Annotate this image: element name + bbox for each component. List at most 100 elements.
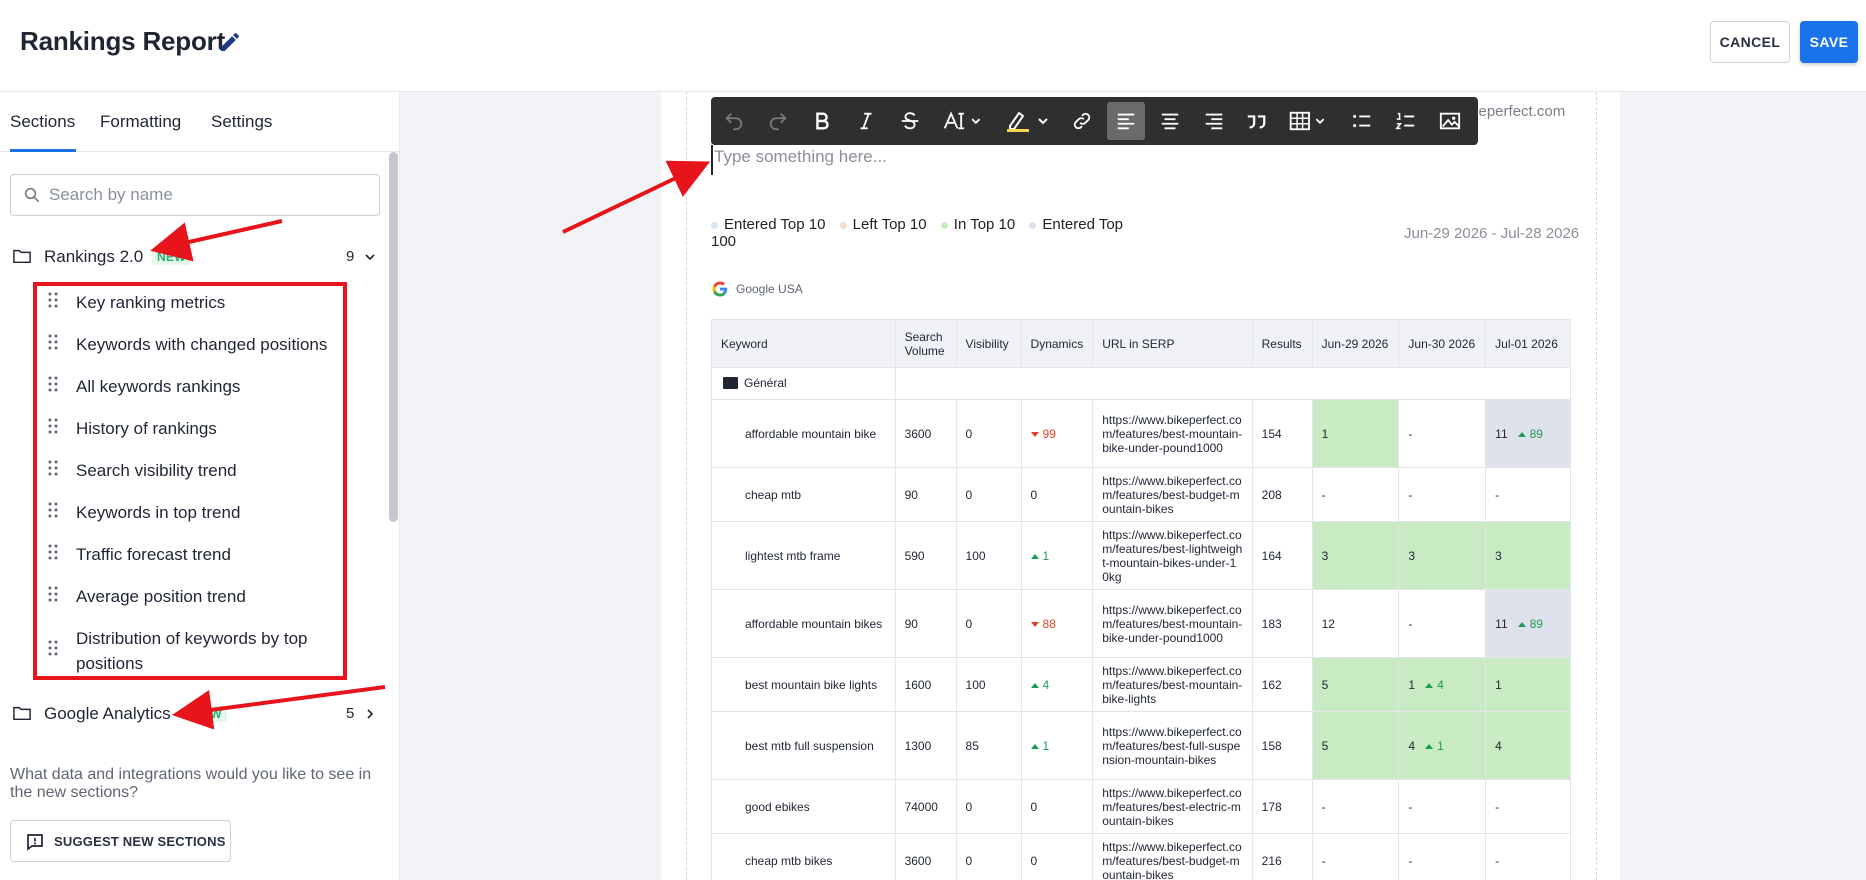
image-button[interactable] bbox=[1435, 105, 1465, 137]
legend-label: In Top 10 bbox=[953, 216, 1016, 233]
highlight-button[interactable] bbox=[1003, 105, 1053, 137]
col-header[interactable]: Visibility bbox=[955, 319, 1022, 368]
image-icon bbox=[1439, 112, 1461, 130]
table-row: good ebikes 74000 0 0 https://www.bikeperfec… bbox=[711, 779, 1571, 834]
col-header[interactable]: Dynamics bbox=[1020, 319, 1094, 368]
url-cell[interactable]: https://www.bikeperfect.com/features/bes… bbox=[1092, 657, 1253, 712]
position-cell: - bbox=[1485, 779, 1571, 834]
volume-cell: 3600 bbox=[894, 399, 957, 468]
group-count: 9 bbox=[346, 248, 355, 265]
sidebar-scrollbar[interactable] bbox=[389, 152, 398, 522]
suggest-sections-button[interactable]: SUGGEST NEW SECTIONS bbox=[10, 820, 231, 862]
table-button[interactable] bbox=[1285, 105, 1333, 137]
position-value: 5 bbox=[1321, 677, 1329, 692]
bold-button[interactable] bbox=[807, 105, 837, 137]
table-row: affordable mountain bikes 90 0 88 https://ww… bbox=[711, 589, 1571, 658]
bullet-list-button[interactable] bbox=[1347, 105, 1377, 137]
position-cell: 3 bbox=[1398, 521, 1487, 590]
arrow-down-icon bbox=[1030, 621, 1039, 627]
feedback-icon bbox=[27, 834, 43, 851]
col-header[interactable]: Jun-30 2026 bbox=[1398, 319, 1487, 368]
cancel-button[interactable]: CANCEL bbox=[1710, 21, 1790, 63]
font-size-button[interactable] bbox=[939, 105, 987, 137]
volume-cell: 90 bbox=[894, 589, 957, 658]
link-button[interactable] bbox=[1067, 105, 1097, 137]
keyword-cell: cheap mtb bikes bbox=[711, 833, 896, 880]
bullet-list-icon bbox=[1353, 114, 1371, 128]
tab-settings[interactable]: Settings bbox=[211, 112, 272, 132]
visibility-cell: 0 bbox=[955, 467, 1022, 522]
url-cell[interactable]: https://www.bikeperfect.com/features/bes… bbox=[1092, 399, 1253, 468]
col-header[interactable]: Jul-01 2026 bbox=[1485, 319, 1571, 368]
numbered-list-button[interactable] bbox=[1391, 105, 1421, 137]
search-box[interactable] bbox=[10, 174, 380, 216]
chevron-down-icon[interactable] bbox=[364, 251, 376, 263]
results-cell: 183 bbox=[1251, 589, 1313, 658]
position-value: 3 bbox=[1495, 548, 1502, 563]
search-engine-label: Google USA bbox=[736, 282, 803, 296]
position-value: - bbox=[1408, 487, 1413, 502]
dynamics-cell: 1 bbox=[1020, 711, 1094, 780]
volume-cell: 1300 bbox=[894, 711, 957, 780]
volume-cell: 590 bbox=[894, 521, 957, 590]
url-cell[interactable]: https://www.bikeperfect.com/features/bes… bbox=[1092, 521, 1253, 590]
volume-cell: 3600 bbox=[894, 833, 957, 880]
visibility-cell: 100 bbox=[955, 521, 1022, 590]
col-header[interactable]: Jun-29 2026 bbox=[1311, 319, 1400, 368]
table-header-row: Keyword Search Volume Visibility Dynamic… bbox=[711, 319, 1571, 368]
group-google-analytics[interactable]: Google Analytics NEW 5 bbox=[0, 699, 390, 729]
url-cell[interactable]: https://www.bikeperfect.com/features/bes… bbox=[1092, 467, 1253, 522]
dynamics-cell: 0 bbox=[1020, 779, 1094, 834]
url-cell[interactable]: https://www.bikeperfect.com/features/bes… bbox=[1092, 833, 1253, 880]
group-rankings-2[interactable]: Rankings 2.0 NEW 9 bbox=[0, 242, 390, 272]
table-group-row: Général bbox=[711, 367, 1572, 400]
tab-formatting[interactable]: Formatting bbox=[100, 112, 181, 132]
top-bar: Rankings Report CANCEL SAVE bbox=[0, 0, 1866, 92]
text-block-editor[interactable]: Type something here... bbox=[711, 145, 1311, 175]
col-header[interactable]: Keyword bbox=[711, 319, 896, 368]
pencil-icon[interactable] bbox=[218, 30, 242, 54]
legend-item: Entered Top 10 bbox=[711, 216, 825, 233]
align-left-button[interactable] bbox=[1107, 102, 1145, 140]
align-right-button[interactable] bbox=[1199, 105, 1229, 137]
results-cell: 208 bbox=[1251, 467, 1313, 522]
annotation-highlight-box bbox=[33, 282, 347, 680]
align-center-button[interactable] bbox=[1155, 105, 1185, 137]
undo-button[interactable] bbox=[719, 105, 749, 137]
visibility-cell: 0 bbox=[955, 399, 1022, 468]
quote-button[interactable] bbox=[1241, 105, 1271, 137]
redo-icon bbox=[769, 113, 787, 131]
keyword-cell: affordable mountain bikes bbox=[711, 589, 896, 658]
col-header[interactable]: Search Volume bbox=[894, 319, 957, 368]
rankings-table: Keyword Search Volume Visibility Dynamic… bbox=[711, 319, 1572, 880]
url-cell[interactable]: https://www.bikeperfect.com/features/bes… bbox=[1092, 589, 1253, 658]
link-icon bbox=[1073, 112, 1091, 130]
chevron-right-icon[interactable] bbox=[364, 708, 376, 720]
position-cell: - bbox=[1485, 833, 1571, 880]
table-row: affordable mountain bike 3600 0 99 https://w… bbox=[711, 399, 1571, 468]
legend-dot bbox=[839, 221, 847, 229]
results-cell: 162 bbox=[1251, 657, 1313, 712]
position-cell: - bbox=[1311, 833, 1400, 880]
redo-button[interactable] bbox=[763, 105, 793, 137]
group-label: Google Analytics bbox=[44, 704, 171, 723]
tab-sections[interactable]: Sections bbox=[10, 112, 75, 132]
position-cell: 3 bbox=[1485, 521, 1571, 590]
search-input[interactable] bbox=[49, 183, 369, 207]
url-cell[interactable]: https://www.bikeperfect.com/features/bes… bbox=[1092, 711, 1253, 780]
keyword-cell: lightest mtb frame bbox=[711, 521, 896, 590]
italic-button[interactable] bbox=[851, 105, 881, 137]
keyword-cell: affordable mountain bike bbox=[711, 399, 896, 468]
visibility-cell: 0 bbox=[955, 833, 1022, 880]
position-cell: 11 89 bbox=[1485, 399, 1571, 468]
page-margin-line bbox=[1596, 92, 1597, 880]
arrow-up-icon bbox=[1030, 553, 1039, 559]
save-button[interactable]: SAVE bbox=[1800, 21, 1858, 63]
col-header[interactable]: URL in SERP bbox=[1092, 319, 1253, 368]
group-name: Général bbox=[744, 376, 787, 391]
strikethrough-button[interactable] bbox=[895, 105, 925, 137]
url-cell[interactable]: https://www.bikeperfect.com/features/bes… bbox=[1092, 779, 1253, 834]
col-header[interactable]: Results bbox=[1251, 319, 1313, 368]
align-right-icon bbox=[1205, 113, 1223, 130]
dynamics-cell: 1 bbox=[1020, 521, 1094, 590]
